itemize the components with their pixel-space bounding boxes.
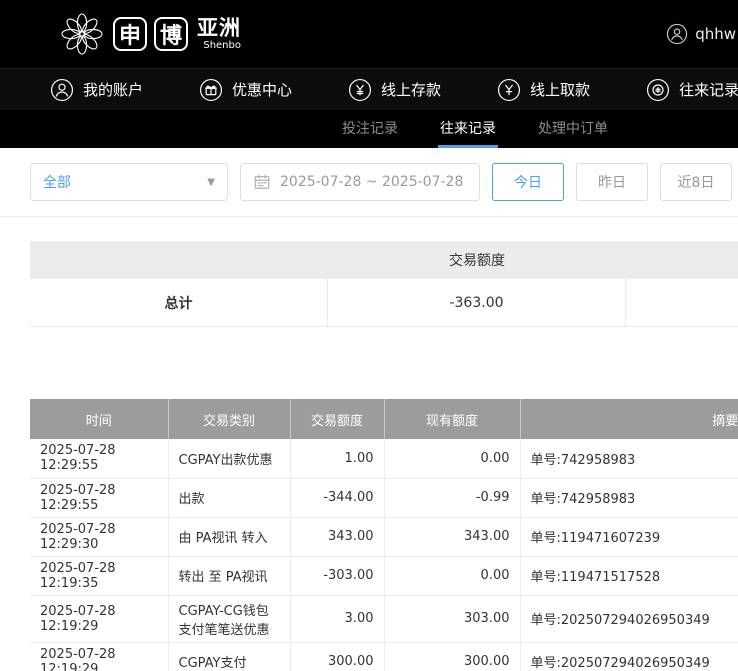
chevron-down-icon: ▼ bbox=[207, 177, 215, 188]
table-row: 2025-07-28 12:19:29CGPAY支付300.00300.00单号… bbox=[30, 642, 738, 671]
date-range-value: 2025-07-28 ~ 2025-07-28 bbox=[280, 174, 463, 190]
table-row: 2025-07-28 12:29:30由 PA视讯 转入343.00343.00… bbox=[30, 517, 738, 556]
cell-balance: 343.00 bbox=[384, 517, 520, 556]
cell-summary: 单号:742958983 bbox=[520, 439, 738, 478]
page: 申 博 亚洲 Shenbo qhhw 我的账户优惠中心线上存款线上取款往来记录 … bbox=[0, 0, 738, 671]
lotus-flower-icon bbox=[58, 10, 106, 58]
site-logo[interactable]: 申 博 亚洲 Shenbo bbox=[58, 10, 241, 58]
nav-item-account[interactable]: 我的账户 bbox=[50, 78, 143, 102]
nav-item-label: 我的账户 bbox=[83, 79, 143, 100]
logo-char-shen: 申 bbox=[113, 17, 147, 51]
cell-balance: 0.00 bbox=[384, 556, 520, 595]
username: qhhw bbox=[695, 25, 736, 43]
summary-header-empty-right bbox=[626, 241, 738, 279]
logo-region-text: 亚洲 bbox=[197, 17, 241, 40]
summary-header-amount: 交易额度 bbox=[328, 241, 626, 279]
cell-type: CGPAY-CG钱包支付笔笔送优惠 bbox=[168, 595, 290, 642]
cell-type: CGPAY出款优惠 bbox=[168, 439, 290, 478]
table-row: 2025-07-28 12:19:35转出 至 PA视讯-303.000.00单… bbox=[30, 556, 738, 595]
quick-range-group: 今日昨日近8日 bbox=[492, 163, 732, 201]
cell-type: 出款 bbox=[168, 478, 290, 517]
nav-item-withdraw[interactable]: 线上取款 bbox=[497, 78, 590, 102]
nav-item-label: 往来记录 bbox=[679, 79, 738, 100]
tab-processing-orders[interactable]: 处理中订单 bbox=[536, 110, 610, 148]
nav-item-promotions[interactable]: 优惠中心 bbox=[199, 78, 292, 102]
top-header: 申 博 亚洲 Shenbo qhhw bbox=[0, 0, 738, 68]
nav-item-records[interactable]: 往来记录 bbox=[646, 78, 738, 102]
summary-header-empty bbox=[30, 241, 328, 279]
col-header-time: 时间 bbox=[30, 399, 168, 439]
summary-total-row: 总计 -363.00 bbox=[30, 279, 738, 327]
records-tbody: 2025-07-28 12:29:55CGPAY出款优惠1.000.00单号:7… bbox=[30, 439, 738, 671]
main-nav: 我的账户 优惠中心 线上存款 线上取款 往来记录 bbox=[0, 68, 738, 110]
cell-summary: 单号:119471607239 bbox=[520, 517, 738, 556]
cell-summary: 单号:119471517528 bbox=[520, 556, 738, 595]
records-table: 时间 交易类别 交易额度 现有额度 摘要 2025-07-28 12:29:55… bbox=[30, 399, 738, 671]
table-row: 2025-07-28 12:29:55出款-344.00-0.99单号:7429… bbox=[30, 478, 738, 517]
cell-summary: 单号:202507294026950349 bbox=[520, 595, 738, 642]
records-icon bbox=[646, 78, 670, 102]
section-divider bbox=[0, 216, 738, 217]
user-account[interactable]: qhhw bbox=[666, 23, 738, 45]
tab-bet-records[interactable]: 投注记录 bbox=[340, 110, 400, 148]
logo-char-bo: 博 bbox=[154, 17, 188, 51]
col-header-type: 交易类别 bbox=[168, 399, 290, 439]
logo-brand-text: Shenbo bbox=[203, 41, 241, 51]
records-table-header-row: 时间 交易类别 交易额度 现有额度 摘要 bbox=[30, 399, 738, 439]
cell-amount: 3.00 bbox=[290, 595, 384, 642]
user-circle-icon bbox=[666, 23, 688, 45]
account-icon bbox=[50, 78, 74, 102]
summary-table: 交易额度 总计 -363.00 bbox=[30, 241, 738, 327]
nav-item-label: 优惠中心 bbox=[232, 79, 292, 100]
summary-total-value: -363.00 bbox=[328, 279, 626, 327]
cell-type: 由 PA视讯 转入 bbox=[168, 517, 290, 556]
cell-time: 2025-07-28 12:19:29 bbox=[30, 642, 168, 671]
type-dropdown-value: 全部 bbox=[43, 172, 71, 192]
logo-region-block: 亚洲 Shenbo bbox=[197, 17, 241, 50]
type-dropdown[interactable]: 全部 ▼ bbox=[30, 163, 228, 201]
nav-item-deposit[interactable]: 线上存款 bbox=[348, 78, 441, 102]
subnav: 投注记录往来记录处理中订单 bbox=[0, 110, 738, 148]
cell-type: CGPAY支付 bbox=[168, 642, 290, 671]
cell-amount: 343.00 bbox=[290, 517, 384, 556]
cell-time: 2025-07-28 12:29:30 bbox=[30, 517, 168, 556]
cell-balance: -0.99 bbox=[384, 478, 520, 517]
cell-amount: -303.00 bbox=[290, 556, 384, 595]
nav-item-label: 线上取款 bbox=[530, 79, 590, 100]
quick-range-last-8-days[interactable]: 近8日 bbox=[660, 163, 732, 201]
summary-total-empty bbox=[626, 279, 738, 327]
quick-range-yesterday[interactable]: 昨日 bbox=[576, 163, 648, 201]
cell-time: 2025-07-28 12:29:55 bbox=[30, 478, 168, 517]
col-header-summary: 摘要 bbox=[520, 399, 738, 439]
filter-bar: 全部 ▼ 2025-07-28 ~ 2025-07-28 今日昨日近8日 bbox=[0, 148, 738, 216]
cell-time: 2025-07-28 12:19:35 bbox=[30, 556, 168, 595]
nav-item-label: 线上存款 bbox=[381, 79, 441, 100]
cell-balance: 0.00 bbox=[384, 439, 520, 478]
calendar-icon bbox=[253, 173, 271, 191]
cell-type: 转出 至 PA视讯 bbox=[168, 556, 290, 595]
table-row: 2025-07-28 12:19:29CGPAY-CG钱包支付笔笔送优惠3.00… bbox=[30, 595, 738, 642]
cell-amount: 300.00 bbox=[290, 642, 384, 671]
cell-time: 2025-07-28 12:29:55 bbox=[30, 439, 168, 478]
date-range-picker[interactable]: 2025-07-28 ~ 2025-07-28 bbox=[240, 163, 480, 201]
summary-total-label: 总计 bbox=[30, 279, 328, 327]
table-row: 2025-07-28 12:29:55CGPAY出款优惠1.000.00单号:7… bbox=[30, 439, 738, 478]
tab-transaction-records[interactable]: 往来记录 bbox=[438, 110, 498, 148]
quick-range-today[interactable]: 今日 bbox=[492, 163, 564, 201]
promo-icon bbox=[199, 78, 223, 102]
cell-amount: 1.00 bbox=[290, 439, 384, 478]
deposit-icon bbox=[348, 78, 372, 102]
cell-balance: 300.00 bbox=[384, 642, 520, 671]
withdraw-icon bbox=[497, 78, 521, 102]
cell-balance: 303.00 bbox=[384, 595, 520, 642]
col-header-amount: 交易额度 bbox=[290, 399, 384, 439]
summary-header-row: 交易额度 bbox=[30, 241, 738, 279]
cell-amount: -344.00 bbox=[290, 478, 384, 517]
cell-summary: 单号:202507294026950349 bbox=[520, 642, 738, 671]
cell-time: 2025-07-28 12:19:29 bbox=[30, 595, 168, 642]
col-header-balance: 现有额度 bbox=[384, 399, 520, 439]
cell-summary: 单号:742958983 bbox=[520, 478, 738, 517]
